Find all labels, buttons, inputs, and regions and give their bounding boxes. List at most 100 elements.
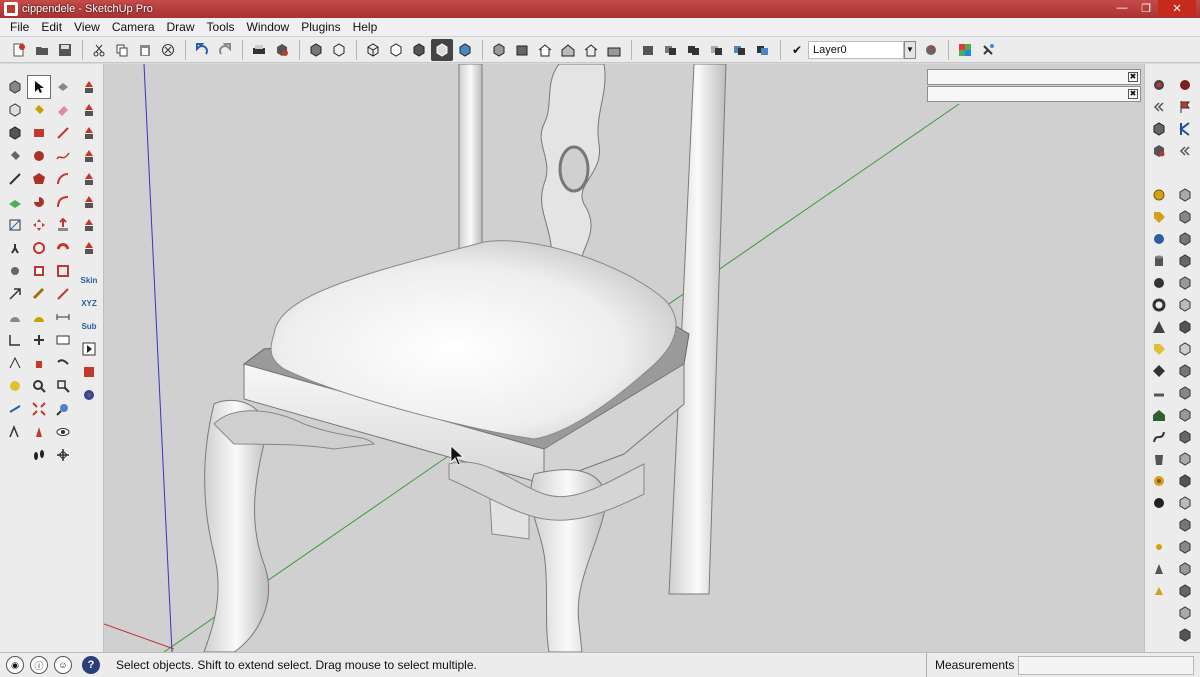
plugin-fredo-4[interactable] xyxy=(78,145,100,167)
credits-icon[interactable]: ⓘ xyxy=(30,656,48,674)
follow-me-tool[interactable] xyxy=(52,237,74,259)
plugin-box-4[interactable] xyxy=(1173,250,1197,272)
push-pull-tool[interactable] xyxy=(52,214,74,236)
camera-standard-icon[interactable] xyxy=(4,76,26,98)
eraser-pink-tool[interactable] xyxy=(52,99,74,121)
plugin-gold-coin[interactable] xyxy=(1147,184,1171,206)
floating-panel-1[interactable]: ✖ xyxy=(927,69,1141,85)
zoom-extents-tool[interactable] xyxy=(28,398,50,420)
scale-tool[interactable] xyxy=(28,260,50,282)
plugin-torus[interactable] xyxy=(1147,294,1171,316)
orbit-tool[interactable] xyxy=(28,329,50,351)
pie-tool[interactable] xyxy=(28,191,50,213)
panel-close-icon[interactable]: ✖ xyxy=(1128,72,1138,82)
back-edges-button[interactable] xyxy=(328,39,350,61)
plugin-house[interactable] xyxy=(1147,404,1171,426)
menu-view[interactable]: View xyxy=(68,20,106,34)
plugin-tool-button[interactable] xyxy=(977,39,999,61)
plugin-box-14[interactable] xyxy=(1173,470,1197,492)
plugin-badge[interactable] xyxy=(1147,470,1171,492)
plugin-box-12[interactable] xyxy=(1173,426,1197,448)
group-icon[interactable] xyxy=(4,122,26,144)
xray-style-button[interactable] xyxy=(305,39,327,61)
plugin-box-18[interactable] xyxy=(1173,558,1197,580)
menu-plugins[interactable]: Plugins xyxy=(295,20,346,34)
freehand-tool[interactable] xyxy=(52,145,74,167)
menu-camera[interactable]: Camera xyxy=(106,20,161,34)
plugin-cube-a[interactable] xyxy=(1147,118,1171,140)
redo-button[interactable] xyxy=(214,39,236,61)
floating-panel-2[interactable]: ✖ xyxy=(927,86,1141,102)
layer-selector[interactable]: ✔ Layer0 ▼ xyxy=(792,40,916,60)
new-model-button[interactable] xyxy=(8,39,30,61)
plugin-fredo-1[interactable] xyxy=(78,76,100,98)
plugin-collapse-right[interactable] xyxy=(1173,140,1197,162)
plugin-box-16[interactable] xyxy=(1173,514,1197,536)
plugin-fredo-6[interactable] xyxy=(78,191,100,213)
sub-plugin-button[interactable]: Sub xyxy=(78,315,100,337)
arc-tool[interactable] xyxy=(52,168,74,190)
protractor-icon[interactable] xyxy=(4,306,26,328)
help-icon[interactable]: ? xyxy=(82,656,100,674)
section-tool[interactable] xyxy=(52,444,74,466)
flip-tool[interactable] xyxy=(52,283,74,305)
previous-view-tool[interactable] xyxy=(52,398,74,420)
style-icon[interactable] xyxy=(4,421,26,443)
move-tool[interactable] xyxy=(28,214,50,236)
tape-tool[interactable] xyxy=(28,283,50,305)
measurements-input[interactable] xyxy=(1018,656,1194,675)
refresh-plugin-button[interactable] xyxy=(78,384,100,406)
offset-tool[interactable] xyxy=(52,260,74,282)
tape-measure-icon[interactable] xyxy=(4,398,26,420)
look-around-tool[interactable] xyxy=(52,352,74,374)
menu-draw[interactable]: Draw xyxy=(161,20,201,34)
outer-shell-button[interactable] xyxy=(637,39,659,61)
hidden-line-button[interactable] xyxy=(385,39,407,61)
walk-tool-icon[interactable] xyxy=(4,237,26,259)
3d-text-icon[interactable] xyxy=(4,375,26,397)
maximize-button[interactable]: ❐ xyxy=(1134,0,1158,16)
plugin-box-7[interactable] xyxy=(1173,316,1197,338)
plugin-box-6[interactable] xyxy=(1173,294,1197,316)
plugin-box-9[interactable] xyxy=(1173,360,1197,382)
plugin-fredo-3[interactable] xyxy=(78,122,100,144)
text-tool-icon[interactable] xyxy=(4,352,26,374)
text-label-tool[interactable] xyxy=(52,329,74,351)
plugin-yellow-tag[interactable] xyxy=(1147,338,1171,360)
look-around-icon[interactable] xyxy=(4,283,26,305)
plugin-flag[interactable] xyxy=(1173,96,1197,118)
front-view-button[interactable] xyxy=(534,39,556,61)
split-button[interactable] xyxy=(752,39,774,61)
user-account-icon[interactable]: ☺ xyxy=(54,656,72,674)
position-camera-icon[interactable] xyxy=(4,260,26,282)
right-view-button[interactable] xyxy=(557,39,579,61)
save-button[interactable] xyxy=(54,39,76,61)
eraser-tool[interactable] xyxy=(52,76,74,98)
sandbox-icon[interactable] xyxy=(4,191,26,213)
component-icon[interactable] xyxy=(4,99,26,121)
back-view-button[interactable] xyxy=(580,39,602,61)
menu-help[interactable]: Help xyxy=(347,20,384,34)
plugin-k-tool[interactable] xyxy=(1173,118,1197,140)
union-button[interactable] xyxy=(683,39,705,61)
materials-button[interactable] xyxy=(954,39,976,61)
circle-tool[interactable] xyxy=(28,145,50,167)
plugin-triangle[interactable] xyxy=(1147,580,1171,602)
paint-bucket-icon[interactable] xyxy=(4,145,26,167)
plugin-cube-b[interactable] xyxy=(1147,140,1171,162)
subtract-button[interactable] xyxy=(706,39,728,61)
plugin-red-dot[interactable] xyxy=(1147,74,1171,96)
cut-button[interactable] xyxy=(88,39,110,61)
polygon-tool[interactable] xyxy=(28,168,50,190)
minimize-button[interactable]: — xyxy=(1110,0,1134,16)
skin-plugin-button[interactable]: Skin xyxy=(78,269,100,291)
undo-button[interactable] xyxy=(191,39,213,61)
plugin-dark-circle[interactable] xyxy=(1173,74,1197,96)
plugin-fredo-5[interactable] xyxy=(78,168,100,190)
position-camera-tool[interactable] xyxy=(28,421,50,443)
dimension-icon[interactable] xyxy=(4,168,26,190)
plugin-cone[interactable] xyxy=(1147,558,1171,580)
plugin-sphere[interactable] xyxy=(1147,272,1171,294)
paint-tool[interactable] xyxy=(28,99,50,121)
plugin-chain[interactable] xyxy=(1147,382,1171,404)
